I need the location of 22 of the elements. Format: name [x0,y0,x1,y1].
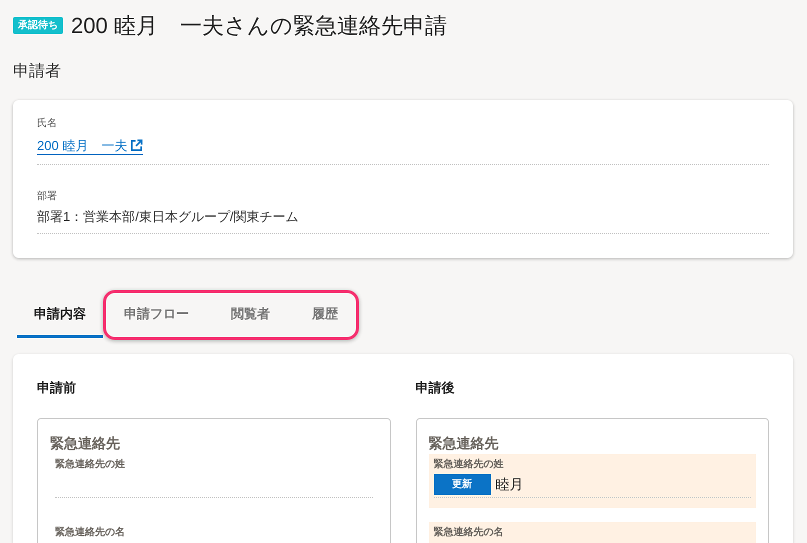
panel-title: 緊急連絡先 [428,434,498,453]
external-link-icon [130,139,144,152]
column-heading: 申請後 [416,378,454,396]
field-label: 氏名 [37,116,57,131]
tab[interactable]: 申請内容 [17,294,103,338]
field-label: 緊急連絡先の名 [434,526,504,540]
field-label: 緊急連絡先の姓 [55,458,125,472]
status-badge: 承認待ち [13,16,63,34]
field-label: 緊急連絡先の名 [55,526,125,540]
field-label: 部署 [37,190,57,204]
update-badge: 更新 [434,474,490,495]
applicant-link[interactable]: 200 睦月 一夫 [37,137,144,155]
tab[interactable]: 申請フロー [108,296,205,332]
tab[interactable]: 履歴 [296,296,354,332]
field-value: 睦月 [496,475,524,494]
field-value: 部署1：営業本部/東日本グループ/関東チーム [37,208,298,226]
page-title: 200 睦月 一夫さんの緊急連絡先申請 [71,12,447,40]
field-label: 緊急連絡先の姓 [434,458,504,472]
panel-title: 緊急連絡先 [50,434,120,453]
tab[interactable]: 閲覧者 [215,296,286,332]
column-heading: 申請前 [37,378,76,396]
section-heading: 申請者 [13,62,61,82]
